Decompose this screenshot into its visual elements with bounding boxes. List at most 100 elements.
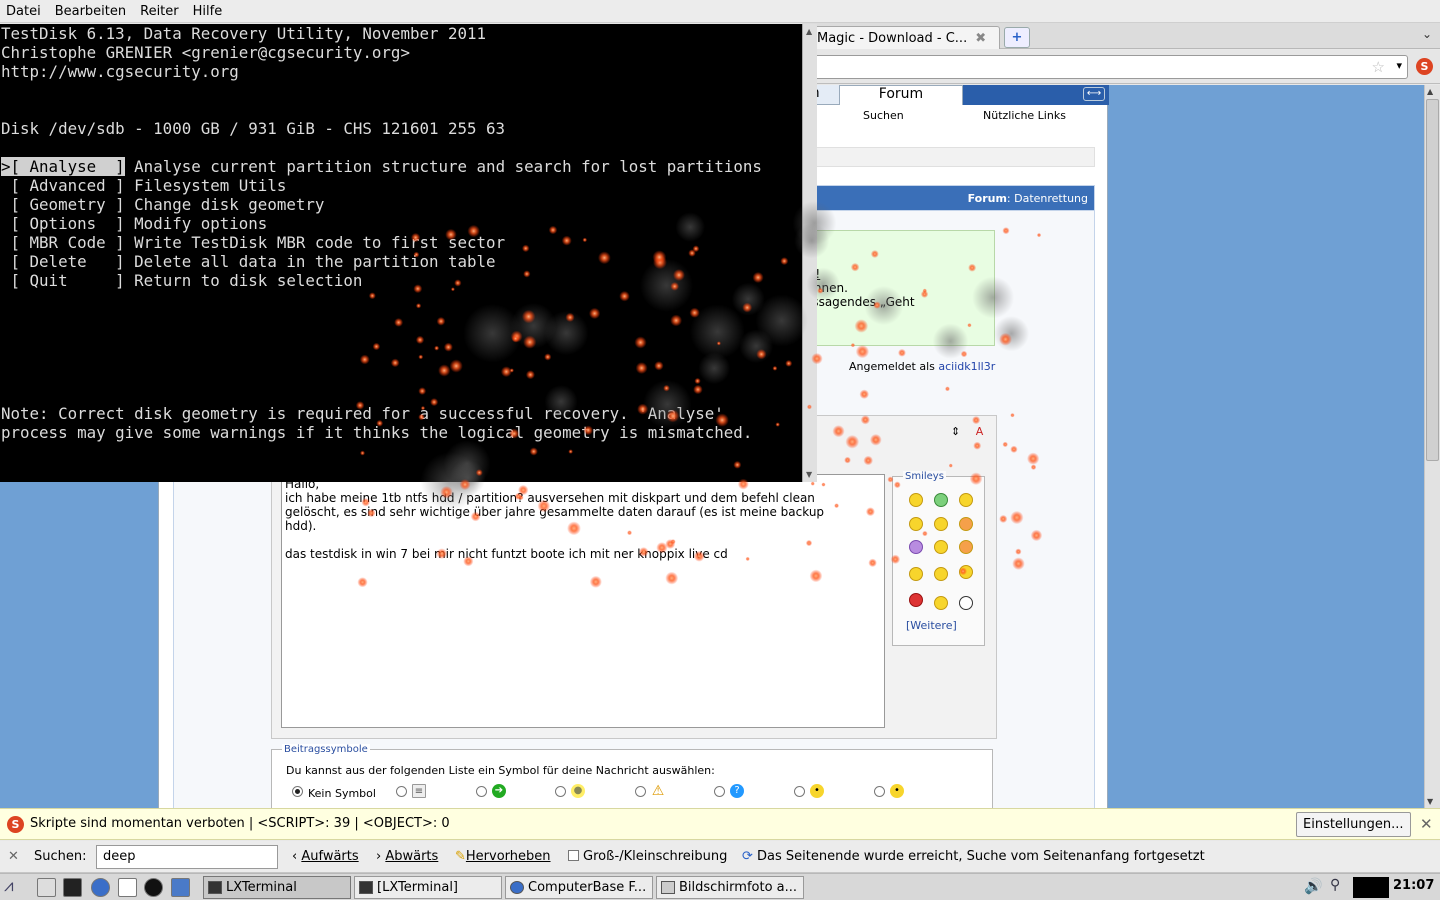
scrollbar-thumb[interactable] <box>1426 99 1439 461</box>
settings-button[interactable]: Einstellungen... <box>1296 812 1411 837</box>
smiley-icon[interactable] <box>934 596 948 610</box>
camera-icon <box>661 881 675 894</box>
close-findbar-icon[interactable]: ✕ <box>8 849 19 864</box>
new-tab-button[interactable]: + <box>1004 27 1030 48</box>
notice-line-3: ntssagendes „Geht <box>800 295 915 309</box>
task-label: [LXTerminal] <box>377 880 459 895</box>
find-status: ⟳ Das Seitenende wurde erreicht, Suche v… <box>742 849 1205 864</box>
smiley-icon[interactable] <box>909 567 923 581</box>
noscript-icon[interactable]: S <box>1416 58 1433 75</box>
radio-no-icon[interactable] <box>292 786 303 797</box>
message-textarea[interactable]: Hallo, ich habe meine 1tb ntfs hdd / par… <box>281 474 885 728</box>
task-lxterminal[interactable]: LXTerminal <box>203 876 351 899</box>
tab-forum[interactable]: Forum <box>839 85 963 105</box>
scroll-down-icon[interactable]: ▼ <box>806 470 812 479</box>
network-icon[interactable]: ⚲ <box>1330 877 1340 893</box>
desktop-icon[interactable] <box>171 878 190 897</box>
notice-line-1[interactable]: tel! <box>800 267 994 281</box>
term-menu-delete[interactable]: [ Delete ] <box>11 252 125 271</box>
smiley-icon[interactable] <box>959 565 973 579</box>
term-menu-advanced[interactable]: [ Advanced ] <box>11 176 125 195</box>
smiley-icon[interactable] <box>959 596 973 610</box>
task-lxterminal-2[interactable]: [LXTerminal] <box>354 876 502 899</box>
start-menu-icon[interactable]: ⩘ <box>4 878 32 897</box>
browser-icon[interactable] <box>91 878 110 897</box>
bookmark-star-icon[interactable]: ☆ <box>1372 58 1385 76</box>
browser-icon <box>510 881 524 894</box>
smiley-icon[interactable] <box>959 493 973 507</box>
nav-suchen-link[interactable]: Suchen <box>863 109 904 122</box>
smiley-icon[interactable] <box>934 493 948 507</box>
menu-datei[interactable]: Datei <box>6 4 41 19</box>
find-status-text: Das Seitenende wurde erreicht, Suche vom… <box>757 849 1205 864</box>
scroll-up-icon[interactable]: ▲ <box>1427 87 1433 96</box>
term-menu-key: [ Analyse ] <box>10 157 125 176</box>
task-screenshot[interactable]: Bildschirmfoto a... <box>656 876 804 899</box>
menu-reiter[interactable]: Reiter <box>140 4 179 19</box>
term-menu-options[interactable]: [ Options ] <box>11 214 125 233</box>
size-toggle-icon[interactable]: ⇕ <box>951 425 960 438</box>
radio-post-icon[interactable] <box>794 786 805 797</box>
task-computerbase[interactable]: ComputerBase F... <box>505 876 653 899</box>
logged-in-info: Angemeldet als aciidk1ll3r <box>849 360 995 373</box>
term-menu-mbr[interactable]: [ MBR Code ] <box>11 233 125 252</box>
terminal-window[interactable]: TestDisk 6.13, Data Recovery Utility, No… <box>0 24 802 482</box>
no-icon-label: Kein Symbol <box>308 787 376 800</box>
file-manager-icon[interactable] <box>37 878 56 897</box>
moon-icon[interactable] <box>144 878 163 897</box>
radio-post-icon[interactable] <box>874 786 885 797</box>
term-menu-quit[interactable]: [ Quit ] <box>11 271 125 290</box>
find-previous-button[interactable]: ‹ Aufwärts <box>292 849 359 864</box>
smiley-icon[interactable] <box>909 540 923 554</box>
match-case-checkbox[interactable]: Groß-/Kleinschreibung <box>568 849 727 864</box>
font-color-icon[interactable]: A <box>976 425 984 438</box>
page-scrollbar[interactable]: ▲ ▼ <box>1424 85 1440 808</box>
smiley-icon[interactable] <box>959 540 973 554</box>
chevron-right-icon: › <box>376 849 386 864</box>
forum-header-label[interactable]: Forum <box>968 192 1007 205</box>
radio-post-icon[interactable] <box>714 786 725 797</box>
cool-smiley-icon: • <box>810 784 824 798</box>
term-menu-geometry[interactable]: [ Geometry ] <box>11 195 125 214</box>
scroll-up-icon[interactable]: ▲ <box>806 27 812 36</box>
smiley-icon[interactable] <box>959 517 973 531</box>
radio-post-icon[interactable] <box>555 786 566 797</box>
format-icons: ⇕ A <box>951 425 983 438</box>
smiley-icon[interactable] <box>909 517 923 531</box>
more-smileys-link[interactable]: [Weitere] <box>906 619 957 632</box>
volume-icon[interactable]: 🔊 <box>1304 877 1323 895</box>
close-tab-icon[interactable]: ✖ <box>975 31 986 46</box>
menu-hilfe[interactable]: Hilfe <box>193 4 223 19</box>
clock[interactable]: 21:07 <box>1393 878 1434 893</box>
smiley-icon[interactable] <box>934 517 948 531</box>
tab-list-icon[interactable]: ⌄ <box>1422 27 1432 41</box>
url-dropdown-icon[interactable]: ▾ <box>1396 59 1402 72</box>
task-label: LXTerminal <box>226 880 297 895</box>
menu-bearbeiten[interactable]: Bearbeiten <box>55 4 126 19</box>
radio-post-icon[interactable] <box>635 786 646 797</box>
smiley-icon[interactable] <box>909 493 923 507</box>
document-icon[interactable] <box>118 878 137 897</box>
find-next-button[interactable]: › Abwärts <box>376 849 438 864</box>
terminal-scrollbar[interactable]: ▲ ▼ <box>802 24 817 482</box>
close-icon[interactable]: ✕ <box>1420 815 1433 833</box>
radio-post-icon[interactable] <box>396 786 407 797</box>
browser-tab[interactable]: Magic - Download - C... ✖ <box>808 26 1000 49</box>
logged-in-user[interactable]: aciidk1ll3r <box>938 360 995 373</box>
term-menu-analyse[interactable]: >[ Analyse ] <box>1 157 125 176</box>
task-label: Bildschirmfoto a... <box>679 880 798 895</box>
highlight-button[interactable]: ✎Hervorheben <box>455 849 551 864</box>
url-bar[interactable]: ☆ ▾ <box>802 55 1408 79</box>
expand-icon[interactable]: ⟷ <box>1083 87 1105 101</box>
term-menu-desc: Write TestDisk MBR code to first sector <box>134 233 506 252</box>
forum-header-section[interactable]: Datenrettung <box>1014 192 1088 205</box>
terminal-icon[interactable] <box>63 878 82 897</box>
nav-links-link[interactable]: Nützliche Links <box>983 109 1066 122</box>
highlight-label: Hervorheben <box>465 849 551 864</box>
smiley-icon[interactable] <box>934 540 948 554</box>
scroll-down-icon[interactable]: ▼ <box>1427 797 1433 806</box>
find-input[interactable]: deep <box>96 845 278 869</box>
smiley-icon[interactable] <box>934 567 948 581</box>
radio-post-icon[interactable] <box>476 786 487 797</box>
smiley-icon[interactable] <box>909 593 923 607</box>
